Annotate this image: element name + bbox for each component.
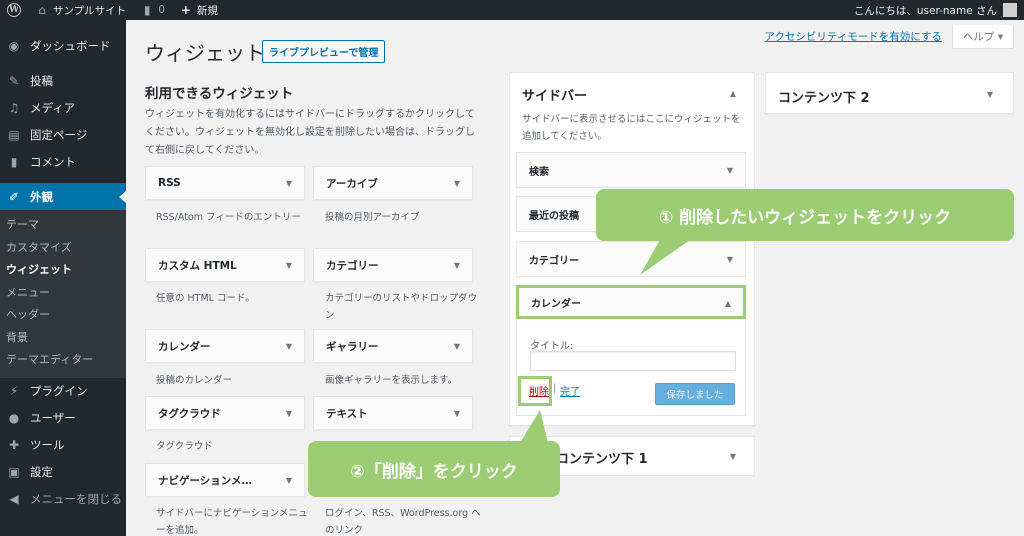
- step-1-callout: ① 削除したいウィジェットをクリック: [596, 189, 1014, 241]
- dropdown-arrow-icon: ▼: [285, 476, 292, 485]
- menu-item-settings[interactable]: ▣ 設定: [0, 459, 126, 486]
- submenu-item-widgets[interactable]: ウィジェット: [0, 259, 126, 282]
- comments-link[interactable]: ▮ 0: [133, 0, 172, 20]
- menu-item-appearance[interactable]: ✐ 外観: [0, 183, 126, 210]
- paintbrush-icon: ✐: [8, 189, 20, 204]
- wordpress-logo-icon: W: [7, 3, 21, 17]
- sidebar-widget-search[interactable]: 検索 ▼: [516, 152, 746, 188]
- collapse-arrow-icon: ◀: [9, 492, 19, 506]
- delete-widget-link[interactable]: 削除: [529, 383, 549, 398]
- widget-description: カテゴリーのリストやドロップダウン: [325, 293, 478, 321]
- live-preview-button[interactable]: ライブプレビューで管理: [262, 40, 386, 63]
- dropdown-arrow-icon: ▼: [729, 452, 736, 461]
- plus-icon: +: [180, 3, 191, 17]
- dropdown-arrow-icon: ▼: [726, 166, 733, 175]
- link-separator: |: [553, 383, 557, 394]
- available-widgets-title: 利用できるウィジェット: [145, 86, 294, 102]
- widget-gallery[interactable]: ギャラリー ▼: [313, 329, 473, 363]
- pin-icon: ✎: [8, 73, 20, 88]
- sidebar-widget-calendar[interactable]: カレンダー ▲: [516, 285, 746, 319]
- dropdown-arrow-icon: ▼: [285, 179, 292, 188]
- wrench-icon: ✚: [8, 438, 20, 452]
- dropdown-arrow-icon: ▼: [285, 409, 292, 418]
- widget-description: 投稿のカレンダー: [156, 375, 233, 386]
- content-bottom-1-title: コンテンツ下 1: [556, 452, 648, 467]
- menu-item-pages[interactable]: ▤ 固定ページ: [0, 121, 126, 148]
- media-icon: ♫: [8, 100, 20, 115]
- home-icon: ⌂: [38, 3, 46, 17]
- step-2-callout: ②「削除」をクリック: [308, 441, 560, 497]
- menu-item-dashboard[interactable]: ◉ ダッシュボード: [0, 32, 126, 59]
- sidebar-widget-categories[interactable]: カテゴリー ▼: [516, 241, 746, 277]
- menu-item-comments[interactable]: ▮ コメント: [0, 148, 126, 175]
- widget-description: RSS/Atom フィードのエントリー: [156, 212, 301, 223]
- menu-item-plugins[interactable]: ⚡ プラグイン: [0, 378, 126, 405]
- submenu-item-menus[interactable]: メニュー: [0, 282, 126, 305]
- screen-meta-links: アクセシビリティモードを有効にする ヘルプ ▾: [764, 25, 1014, 49]
- widget-description: 投稿の月別アーカイブ: [325, 212, 420, 223]
- widget-categories[interactable]: カテゴリー ▼: [313, 248, 473, 282]
- submenu-item-theme-editor[interactable]: テーマエディター: [0, 349, 126, 372]
- admin-bar: W ⌂ サンプルサイト ▮ 0 + 新規 こんにちは、user-name さん: [0, 0, 1024, 20]
- content-bottom-2-title: コンテンツ下 2: [778, 91, 870, 106]
- submenu-item-customize[interactable]: カスタマイズ: [0, 237, 126, 260]
- admin-menu: ◉ ダッシュボード ✎ 投稿 ♫ メディア ▤ 固定ページ ▮ コメント ✐ 外観 テーマ …: [0, 20, 126, 536]
- page-icon: ▤: [8, 127, 20, 142]
- menu-item-users[interactable]: ● ユーザー: [0, 405, 126, 432]
- widget-archives[interactable]: アーカイブ ▼: [313, 166, 473, 200]
- dropdown-arrow-icon: ▼: [453, 409, 460, 418]
- dropdown-arrow-icon: ▼: [453, 179, 460, 188]
- plug-icon: ⚡: [9, 384, 19, 398]
- widget-description: 画像ギャラリーを表示します。: [325, 375, 458, 386]
- widget-navigation-menu[interactable]: ナビゲーションメ… ▼: [145, 463, 305, 497]
- widget-tag-cloud[interactable]: タグクラウド ▼: [145, 396, 305, 430]
- content-bottom-2-area[interactable]: コンテンツ下 2 ▼: [765, 72, 1014, 114]
- comment-bubble-icon: ▮: [143, 3, 151, 17]
- dropdown-arrow-icon: ▼: [453, 261, 460, 270]
- collapse-arrow-icon: ▲: [724, 299, 731, 308]
- widget-calendar[interactable]: カレンダー ▼: [145, 329, 305, 363]
- menu-item-media[interactable]: ♫ メディア: [0, 94, 126, 121]
- widget-text[interactable]: テキスト ▼: [313, 396, 473, 430]
- appearance-submenu: テーマ カスタマイズ ウィジェット メニュー ヘッダー 背景 テーマエディター: [0, 210, 126, 378]
- widget-description: ログイン、RSS、WordPress.org へのリンク: [325, 508, 481, 536]
- submenu-item-header[interactable]: ヘッダー: [0, 304, 126, 327]
- accessibility-mode-link[interactable]: アクセシビリティモードを有効にする: [764, 29, 941, 44]
- available-widgets-description: ウィジェットを有効化するにはサイドバーにドラッグするかクリックしてください。ウィ…: [145, 109, 475, 156]
- dropdown-arrow-icon: ▼: [285, 261, 292, 270]
- wp-logo-menu[interactable]: W: [0, 0, 28, 20]
- sidebar-area-title[interactable]: サイドバー: [522, 85, 587, 104]
- dropdown-arrow-icon: ▼: [726, 255, 733, 264]
- title-field-label: タイトル:: [530, 341, 574, 352]
- collapse-arrow-icon[interactable]: ▲: [730, 89, 736, 98]
- widget-description: 任意の HTML コード。: [156, 293, 255, 304]
- submenu-item-background[interactable]: 背景: [0, 327, 126, 350]
- site-name-link[interactable]: ⌂ サンプルサイト: [28, 0, 133, 20]
- widget-description: サイドバーにナビゲーションメニューを追加。: [156, 508, 308, 536]
- menu-item-tools[interactable]: ✚ ツール: [0, 432, 126, 459]
- account-menu[interactable]: こんにちは、user-name さん: [847, 0, 1024, 20]
- user-icon: ●: [8, 411, 20, 425]
- save-button[interactable]: 保存しました: [655, 383, 735, 405]
- collapse-menu-button[interactable]: ◀ メニューを閉じる: [0, 486, 126, 513]
- dashboard-icon: ◉: [8, 38, 20, 53]
- widget-custom-html[interactable]: カスタム HTML ▼: [145, 248, 305, 282]
- widget-rss[interactable]: RSS ▼: [145, 166, 305, 200]
- settings-icon: ▣: [8, 465, 20, 479]
- comment-icon: ▮: [10, 154, 18, 169]
- dropdown-arrow-icon: ▼: [453, 342, 460, 351]
- submenu-item-themes[interactable]: テーマ: [0, 214, 126, 237]
- page-title: ウィジェット: [145, 41, 265, 65]
- new-content-link[interactable]: + 新規: [172, 0, 225, 20]
- widget-description: タグクラウド: [156, 441, 213, 452]
- help-tab-button[interactable]: ヘルプ ▾: [951, 25, 1014, 49]
- dropdown-arrow-icon: ▼: [285, 342, 292, 351]
- avatar: [1003, 3, 1017, 17]
- done-link[interactable]: 完了: [560, 383, 580, 398]
- widget-title-input[interactable]: [530, 351, 736, 371]
- sidebar-area-description: サイドバーに表示させるにはここにウィジェットを追加してください。: [522, 114, 741, 142]
- menu-item-posts[interactable]: ✎ 投稿: [0, 67, 126, 94]
- dropdown-arrow-icon: ▼: [986, 90, 993, 99]
